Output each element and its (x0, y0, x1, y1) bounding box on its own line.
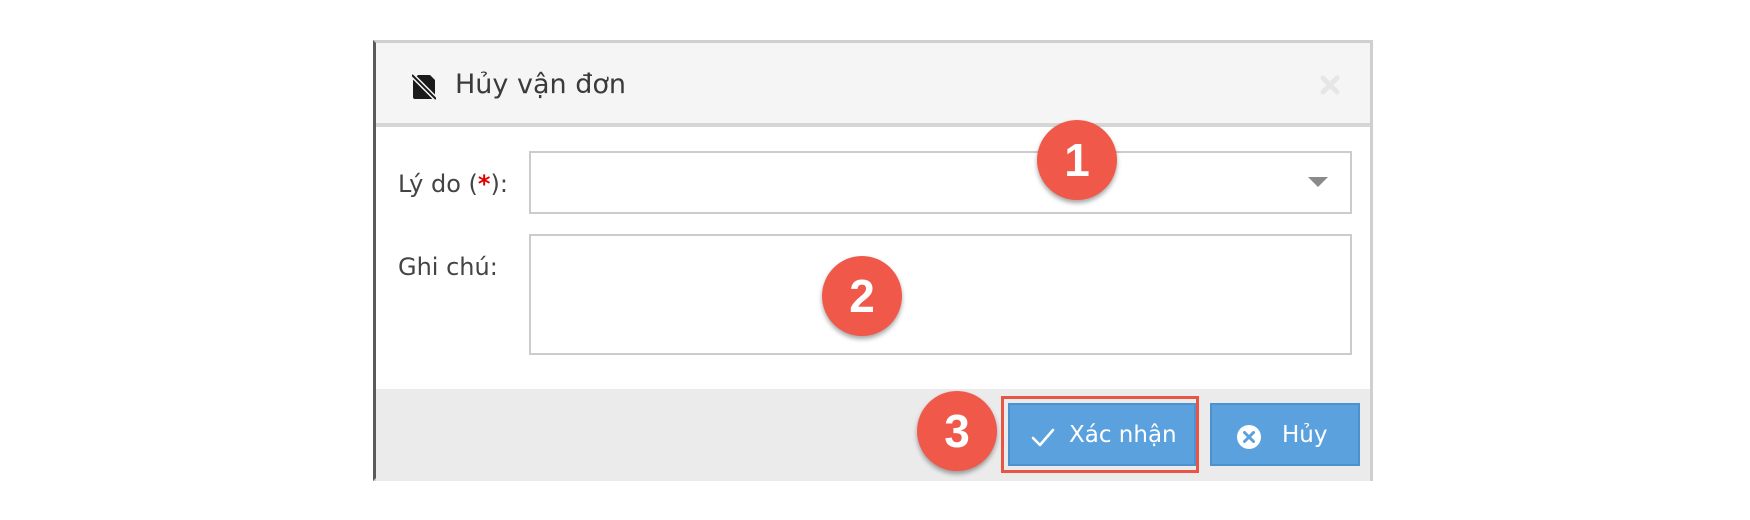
dialog-footer: Xác nhận Hủy (376, 389, 1370, 481)
step-badge-3: 3 (917, 391, 997, 471)
chevron-down-icon (1308, 177, 1328, 187)
dialog-title: Hủy vận đơn (455, 69, 626, 100)
close-icon[interactable] (1317, 72, 1343, 98)
reason-label: Lý do (*): (398, 170, 508, 198)
reason-select[interactable] (529, 151, 1352, 214)
cancel-button-label: Hủy (1282, 422, 1328, 448)
no-sim-card-icon (410, 73, 438, 101)
dialog-header: Hủy vận đơn (376, 43, 1370, 127)
cancel-button[interactable]: Hủy (1210, 403, 1360, 466)
confirm-button-label: Xác nhận (1069, 422, 1177, 448)
step-badge-1: 1 (1037, 120, 1117, 200)
confirm-button[interactable]: Xác nhận (1008, 403, 1196, 466)
required-asterisk: * (477, 170, 491, 198)
note-label: Ghi chú: (398, 253, 498, 281)
step-badge-2: 2 (822, 256, 902, 336)
note-textarea[interactable] (529, 234, 1352, 355)
checkmark-icon (1030, 424, 1056, 450)
x-circle-icon (1236, 424, 1262, 450)
